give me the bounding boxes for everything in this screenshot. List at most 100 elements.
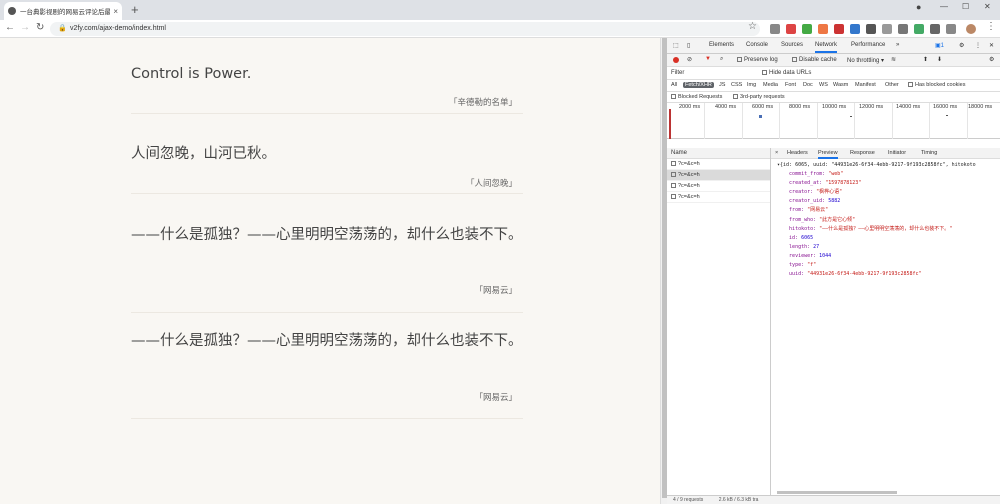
type-img[interactable]: Img — [747, 82, 756, 88]
type-other[interactable]: Other — [885, 82, 899, 88]
blocked-requests-checkbox[interactable]: Blocked Requests — [671, 94, 722, 100]
clear-icon[interactable]: ⊘ — [687, 56, 692, 63]
record-icon[interactable] — [673, 57, 679, 63]
device-toolbar-icon[interactable]: ▯ — [687, 42, 690, 49]
settings-gear-icon[interactable]: ⚙ — [959, 42, 964, 49]
url-text: v2fy.com/ajax-demo/index.html — [70, 25, 166, 32]
request-row[interactable]: ?c=&c=h — [667, 170, 770, 181]
tab-headers[interactable]: Headers — [787, 150, 808, 156]
timeline-tick-label: 2000 ms — [679, 104, 701, 110]
json-key: length: — [789, 243, 811, 250]
export-har-icon[interactable]: ⬇ — [937, 56, 942, 63]
extension-icon[interactable] — [770, 24, 780, 34]
blocked-cookies-checkbox[interactable]: Has blocked cookies — [908, 82, 965, 88]
type-media[interactable]: Media — [763, 82, 778, 88]
profile-menu-icon[interactable]: ● — [916, 2, 921, 12]
extension-icon[interactable] — [834, 24, 844, 34]
forward-icon[interactable]: → — [20, 22, 30, 33]
reload-icon[interactable]: ↻ — [36, 22, 44, 33]
extension-icon[interactable] — [802, 24, 812, 34]
type-css[interactable]: CSS — [731, 82, 742, 88]
close-devtools-icon[interactable]: ✕ — [989, 42, 994, 49]
devtools-panel: ⬚ ▯ Elements Console Sources Network Per… — [667, 38, 1000, 504]
timeline-tick-label: 6000 ms — [752, 104, 774, 110]
network-conditions-icon[interactable]: ≋ — [891, 56, 896, 63]
more-tabs-icon[interactable]: » — [896, 42, 899, 48]
json-key: creator: — [789, 189, 814, 196]
tab-initiator[interactable]: Initiator — [888, 150, 906, 156]
json-value: "44931e26-6f34-4ebb-9217-9f193c2858fc" — [807, 271, 922, 278]
tab-preview[interactable]: Preview — [818, 150, 838, 159]
import-har-icon[interactable]: ⬆ — [923, 56, 928, 63]
browser-tab[interactable]: 一台典影视剧的网易云评论后最… × — [4, 2, 122, 20]
quote-text: Control is Power. — [131, 66, 252, 82]
tab-sources[interactable]: Sources — [781, 42, 803, 48]
json-value: "1597878123" — [825, 180, 862, 187]
type-manifest[interactable]: Manifest — [855, 82, 876, 88]
type-ws[interactable]: WS — [819, 82, 828, 88]
quote-source: 「网易云」 — [474, 286, 517, 296]
json-value: 27 — [813, 243, 820, 250]
timeline-request-bar — [759, 115, 762, 118]
issues-badge[interactable]: ▣1 — [935, 42, 944, 49]
hide-data-urls-checkbox[interactable]: Hide data URLs — [762, 70, 811, 76]
address-bar[interactable]: 🔒 v2fy.com/ajax-demo/index.html — [50, 22, 760, 36]
extension-icon[interactable] — [930, 24, 940, 34]
type-fetch-xhr[interactable]: Fetch/XHR — [683, 82, 714, 88]
minimize-icon[interactable]: — — [940, 2, 948, 11]
extension-icon[interactable] — [882, 24, 892, 34]
tab-timing[interactable]: Timing — [921, 150, 937, 156]
json-value: "网易云" — [807, 207, 829, 214]
name-column-header[interactable]: Name — [667, 148, 770, 159]
request-row[interactable]: ?c=&c=h — [667, 159, 770, 170]
inspect-icon[interactable]: ⬚ — [673, 42, 679, 49]
maximize-icon[interactable]: ☐ — [962, 2, 969, 11]
avatar[interactable] — [966, 24, 976, 34]
extension-icon[interactable] — [866, 24, 876, 34]
extension-icon[interactable] — [786, 24, 796, 34]
devtools-menu-icon[interactable]: ⋮ — [975, 42, 981, 49]
tab-network[interactable]: Network — [815, 42, 838, 53]
tab-response[interactable]: Response — [850, 150, 875, 156]
extension-icon[interactable] — [898, 24, 908, 34]
tab-title: 一台典影视剧的网易云评论后最… — [20, 9, 111, 16]
new-tab-button[interactable]: + — [131, 3, 139, 17]
request-row[interactable]: ?c=&c=h — [667, 181, 770, 192]
extension-icon[interactable] — [946, 24, 956, 34]
close-detail-icon[interactable]: × — [775, 150, 778, 156]
tab-elements[interactable]: Elements — [709, 42, 734, 48]
extension-icon[interactable] — [914, 24, 924, 34]
tab-console[interactable]: Console — [746, 42, 768, 48]
timeline-request-bar — [946, 115, 948, 116]
filter-input[interactable]: Filter — [671, 70, 684, 76]
filter-icon[interactable]: ▼ — [705, 56, 711, 62]
detail-horizontal-scrollbar[interactable] — [777, 491, 897, 494]
type-wasm[interactable]: Wasm — [833, 82, 848, 88]
type-font[interactable]: Font — [785, 82, 796, 88]
disable-cache-checkbox[interactable]: Disable cache — [792, 57, 837, 63]
network-settings-icon[interactable]: ⚙ — [989, 56, 994, 63]
page-scrollbar[interactable] — [660, 38, 667, 504]
type-all[interactable]: All — [671, 82, 677, 88]
close-window-icon[interactable]: ✕ — [984, 2, 991, 11]
network-status-bar: 4 / 9 requests 2.6 kB / 6.3 kB tra — [667, 495, 1000, 504]
type-js[interactable]: JS — [719, 82, 725, 88]
request-row[interactable]: ?c=&c=h — [667, 192, 770, 203]
quote-card: Control is Power. 「辛德勒的名单」 — [131, 62, 523, 114]
third-party-checkbox[interactable]: 3rd-party requests — [733, 94, 785, 100]
type-doc[interactable]: Doc — [803, 82, 813, 88]
bookmark-star-icon[interactable]: ☆ — [748, 21, 757, 32]
network-timeline[interactable]: 2000 ms 4000 ms 6000 ms 8000 ms 10000 ms… — [667, 103, 1000, 139]
json-key: from_who: — [789, 216, 817, 223]
menu-kebab-icon[interactable]: ⋮ — [986, 21, 996, 32]
throttling-select[interactable]: No throttling ▾ — [847, 57, 884, 64]
close-tab-icon[interactable]: × — [113, 7, 118, 16]
back-icon[interactable]: ← — [5, 22, 15, 33]
preserve-log-checkbox[interactable]: Preserve log — [737, 57, 778, 63]
tab-performance[interactable]: Performance — [851, 42, 885, 48]
json-head: {id: 6065, uuid: "44931e26-6f34-4ebb-921… — [780, 162, 976, 168]
search-icon[interactable]: ⌕ — [720, 56, 723, 63]
blocked-filters-row: Blocked Requests 3rd-party requests — [667, 92, 1000, 103]
extension-icon[interactable] — [850, 24, 860, 34]
extension-icon[interactable] — [818, 24, 828, 34]
